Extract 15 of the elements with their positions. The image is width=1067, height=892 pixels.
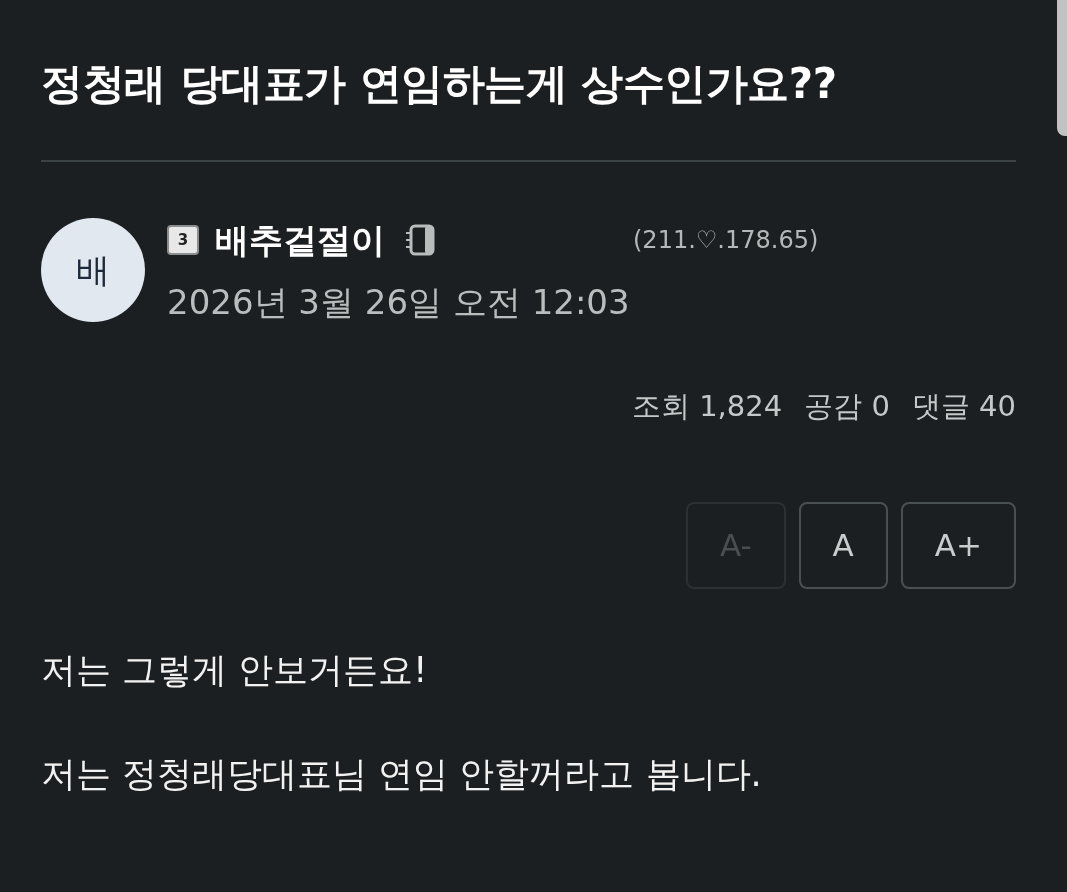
font-size-button[interactable]: A: [798, 502, 888, 589]
notebook-icon[interactable]: [403, 223, 437, 257]
ip-address: (211.♡.178.65): [633, 225, 819, 256]
avatar: 배: [41, 218, 145, 322]
body-paragraph: 저는 그렇게 안보거든요!: [41, 649, 429, 692]
scrollbar-thumb[interactable]: [1057, 0, 1067, 136]
post-date: 2026년 3월 26일 오전 12:03: [167, 281, 631, 324]
post-title: 정청래 당대표가 연임하는게 상수인가요??: [41, 58, 838, 110]
font-size-button[interactable]: A+: [900, 502, 1016, 589]
post-stat: 댓글 40: [911, 388, 1016, 425]
post-stat: 공감 0: [804, 388, 890, 425]
author-name[interactable]: 배추겉절이: [215, 214, 385, 266]
level-badge: 3: [167, 225, 199, 255]
body-paragraph: 저는 정청래당대표님 연임 안할꺼라고 봅니다.: [41, 753, 763, 796]
post-stat: 조회 1,824: [631, 388, 783, 425]
